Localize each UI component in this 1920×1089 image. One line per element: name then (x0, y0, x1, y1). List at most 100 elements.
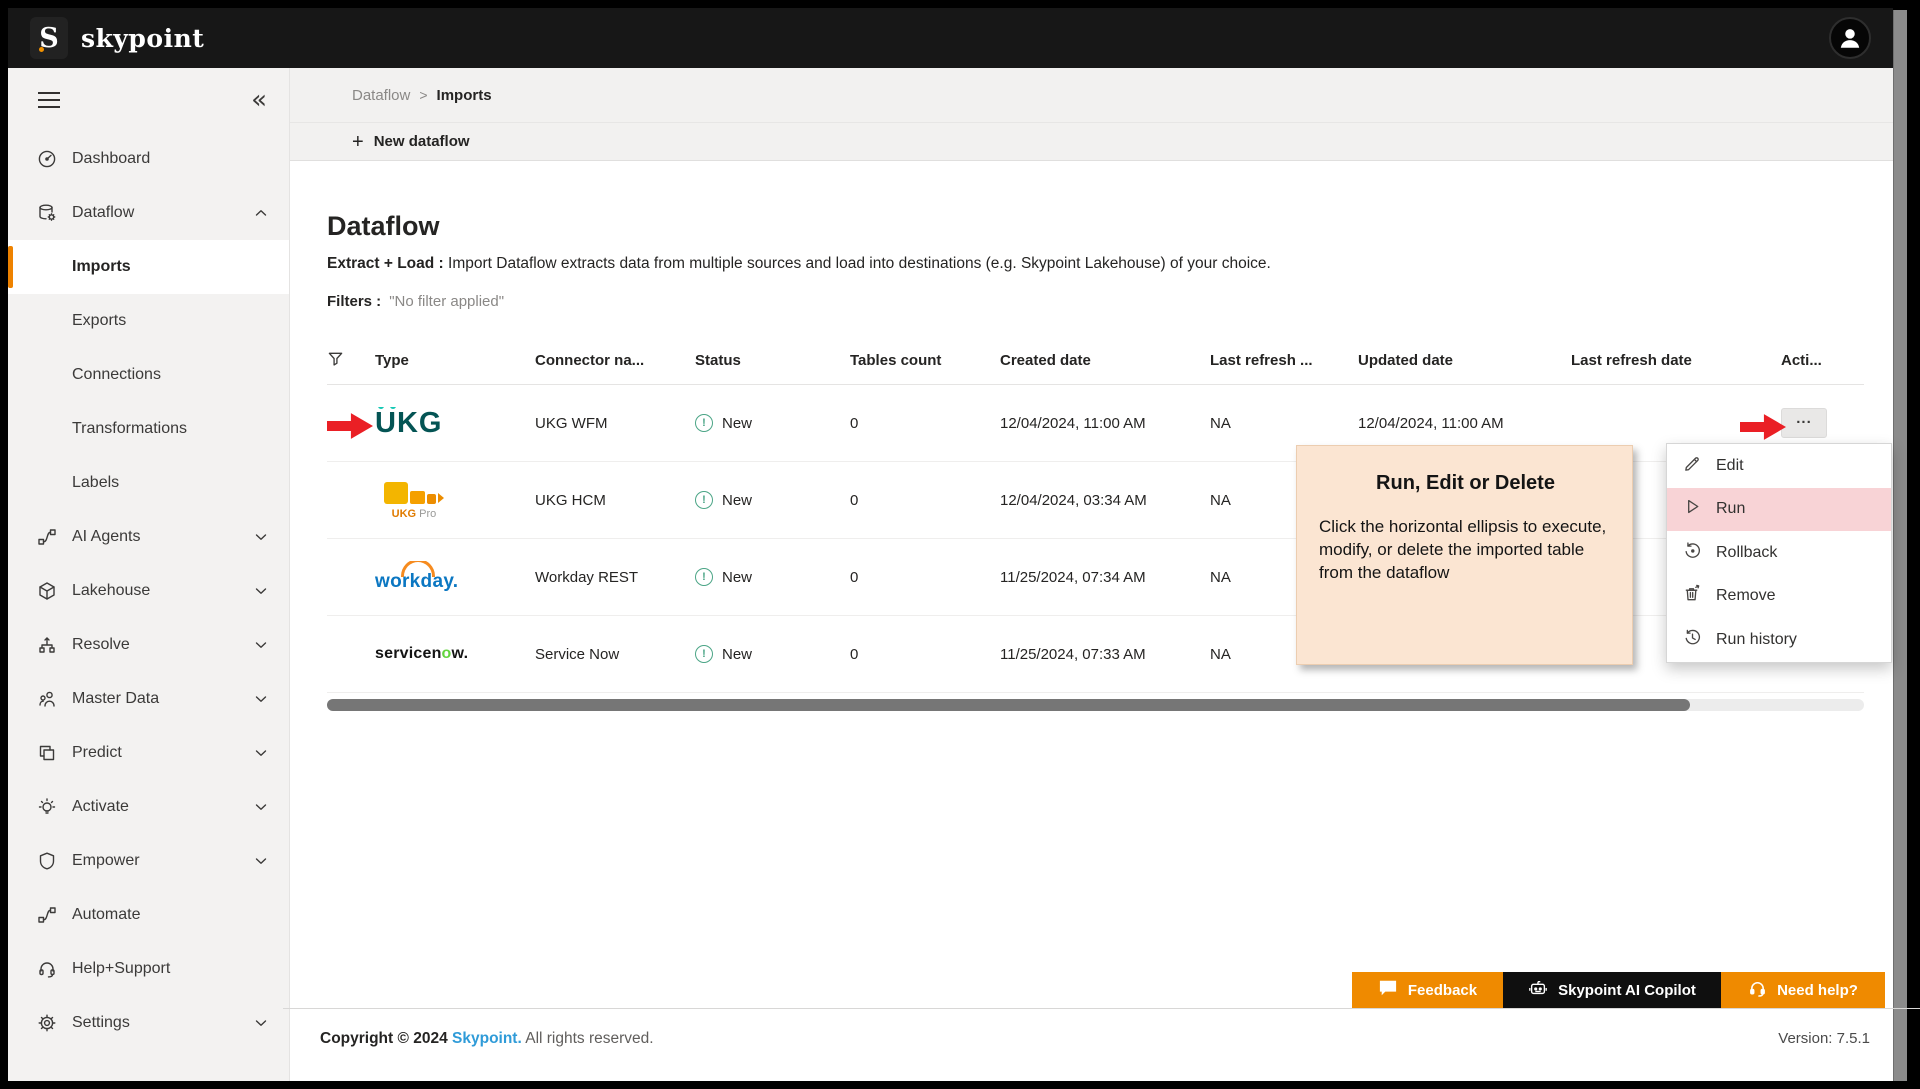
sidebar-item-dashboard[interactable]: Dashboard (8, 132, 289, 186)
skypoint-logo-icon[interactable]: S (30, 17, 68, 59)
menu-item-run-history[interactable]: Run history (1667, 618, 1891, 662)
horizontal-scrollbar[interactable] (327, 699, 1864, 711)
connector-name: UKG HCM (535, 492, 695, 509)
new-dataflow-button[interactable]: + New dataflow (352, 132, 470, 152)
callout-title: Run, Edit or Delete (1319, 472, 1612, 495)
sidebar-item-automate[interactable]: Automate (8, 888, 289, 942)
sidebar-item-dataflow[interactable]: Dataflow (8, 186, 289, 240)
sidebar: « Dashboard Dataflow Imports Exports (8, 68, 290, 1081)
ukg-pro-logo: UKG Pro (375, 480, 453, 520)
col-header-actions[interactable]: Acti... (1781, 352, 1864, 369)
sidebar-item-ai-agents[interactable]: AI Agents (8, 510, 289, 564)
sidebar-item-imports[interactable]: Imports (8, 240, 289, 294)
filters-label: Filters : (327, 293, 381, 310)
table-row[interactable]: workday. Workday REST !New 0 11/25/2024,… (327, 539, 1864, 616)
rollback-icon (1683, 541, 1702, 565)
sidebar-item-empower[interactable]: Empower (8, 834, 289, 888)
col-header-last-refresh-date[interactable]: Last refresh date (1571, 352, 1781, 369)
table-row[interactable]: servicenow. Service Now !New 0 11/25/202… (327, 616, 1864, 693)
sidebar-item-settings[interactable]: Settings (8, 996, 289, 1050)
sidebar-item-predict[interactable]: Predict (8, 726, 289, 780)
brand-name: skypoint (81, 24, 204, 53)
status-info-icon: ! (695, 645, 713, 663)
chevron-down-icon (255, 744, 267, 762)
sidebar-item-label: Imports (72, 258, 131, 276)
new-dataflow-label: New dataflow (374, 133, 470, 150)
status-badge: New (722, 569, 752, 586)
sidebar-item-exports[interactable]: Exports (8, 294, 289, 348)
connector-name: UKG WFM (535, 415, 695, 432)
status-info-icon: ! (695, 568, 713, 586)
row-actions-ellipsis-icon[interactable]: ... (1781, 408, 1827, 438)
callout-body: Click the horizontal ellipsis to execute… (1319, 515, 1612, 584)
menu-item-remove[interactable]: Remove (1667, 575, 1891, 619)
collapse-sidebar-icon[interactable]: « (251, 87, 267, 113)
tables-count: 0 (850, 646, 1000, 663)
tables-count: 0 (850, 492, 1000, 509)
col-header-connector-name[interactable]: Connector na... (535, 352, 695, 369)
created-date: 12/04/2024, 11:00 AM (1000, 415, 1210, 432)
page-title: Dataflow (327, 209, 1893, 243)
table-row[interactable]: UKG Pro UKG HCM !New 0 12/04/2024, 03:34… (327, 462, 1864, 539)
feedback-button[interactable]: Feedback (1352, 972, 1503, 1008)
sidebar-item-transformations[interactable]: Transformations (8, 402, 289, 456)
robot-icon (1528, 978, 1548, 1002)
connector-name: Workday REST (535, 569, 695, 586)
sidebar-item-label: Master Data (72, 690, 159, 708)
menu-item-label: Run (1716, 500, 1745, 518)
headset-icon (1748, 979, 1767, 1002)
gear-icon (36, 1013, 57, 1034)
workflow-icon (36, 527, 57, 548)
skypoint-ai-copilot-button[interactable]: Skypoint AI Copilot (1503, 972, 1721, 1008)
window-scrollbar[interactable] (1893, 10, 1907, 1081)
sidebar-nav: Dashboard Dataflow Imports Exports Conne… (8, 132, 289, 1081)
sidebar-item-resolve[interactable]: Resolve (8, 618, 289, 672)
sidebar-item-labels[interactable]: Labels (8, 456, 289, 510)
user-avatar[interactable] (1829, 17, 1871, 59)
sidebar-item-label: Dataflow (72, 204, 134, 222)
filter-icon[interactable] (327, 350, 375, 371)
ukg-logo: UKG (375, 407, 442, 439)
sidebar-item-master-data[interactable]: Master Data (8, 672, 289, 726)
status-info-icon: ! (695, 414, 713, 432)
squares-icon (36, 743, 57, 764)
scrollbar-thumb[interactable] (327, 699, 1690, 711)
pencil-icon (1683, 454, 1702, 478)
col-header-created-date[interactable]: Created date (1000, 352, 1210, 369)
page-content: Dataflow Extract + Load : Import Dataflo… (290, 161, 1893, 711)
breadcrumb: Dataflow > Imports (290, 68, 1893, 123)
col-header-status[interactable]: Status (695, 352, 850, 369)
need-help-button[interactable]: Need help? (1721, 972, 1885, 1008)
breadcrumb-parent[interactable]: Dataflow (352, 87, 410, 104)
sidebar-item-connections[interactable]: Connections (8, 348, 289, 402)
chevron-down-icon (255, 636, 267, 654)
main-area: Dataflow > Imports + New dataflow Datafl… (290, 68, 1893, 1081)
people-icon (36, 689, 57, 710)
menu-item-run[interactable]: Run (1667, 488, 1891, 532)
breadcrumb-separator-icon: > (419, 87, 427, 103)
sidebar-item-activate[interactable]: Activate (8, 780, 289, 834)
sidebar-item-lakehouse[interactable]: Lakehouse (8, 564, 289, 618)
hamburger-menu-icon[interactable] (38, 92, 60, 108)
chevron-down-icon (255, 690, 267, 708)
table-row[interactable]: UKG UKG WFM !New 0 12/04/2024, 11:00 AM … (327, 385, 1864, 462)
filters-row: Filters :"No filter applied" (327, 291, 1893, 313)
skypoint-link[interactable]: Skypoint. (452, 1030, 522, 1047)
shield-icon (36, 851, 57, 872)
created-date: 11/25/2024, 07:33 AM (1000, 646, 1210, 663)
dataflow-table: Type Connector na... Status Tables count… (327, 337, 1864, 711)
sidebar-item-label: Exports (72, 312, 126, 330)
sidebar-item-label: Help+Support (72, 960, 170, 978)
chevron-down-icon (255, 1014, 267, 1032)
col-header-updated-date[interactable]: Updated date (1358, 352, 1571, 369)
tables-count: 0 (850, 415, 1000, 432)
status-badge: New (722, 415, 752, 432)
col-header-last-refresh[interactable]: Last refresh ... (1210, 352, 1358, 369)
col-header-type[interactable]: Type (375, 352, 535, 369)
menu-item-rollback[interactable]: Rollback (1667, 531, 1891, 575)
sidebar-item-help-support[interactable]: Help+Support (8, 942, 289, 996)
col-header-tables-count[interactable]: Tables count (850, 352, 1000, 369)
menu-item-edit[interactable]: Edit (1667, 444, 1891, 488)
menu-item-label: Run history (1716, 631, 1797, 649)
cube-icon (36, 581, 57, 602)
